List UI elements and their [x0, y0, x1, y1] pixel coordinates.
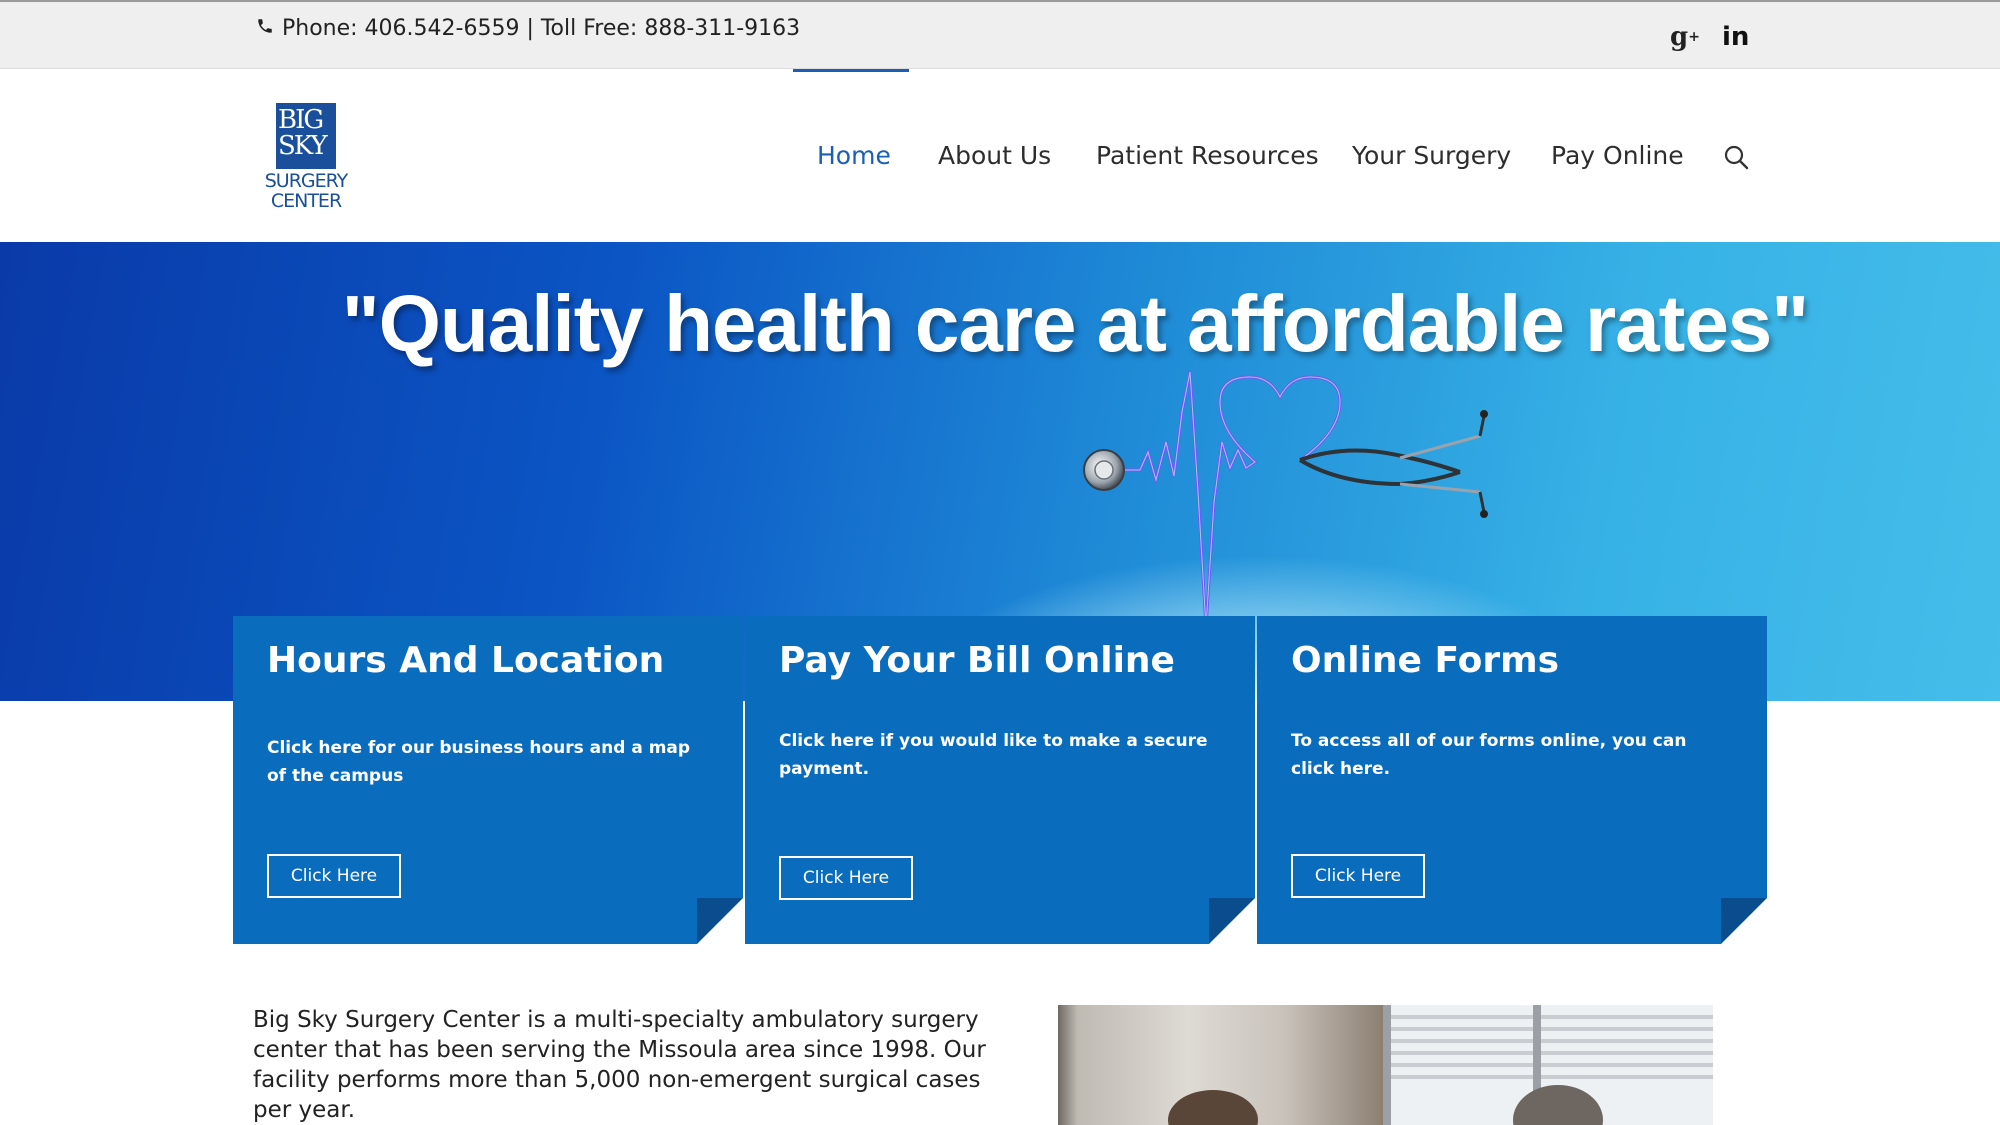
photo-blind	[1383, 1027, 1713, 1031]
card-corner-cut	[1209, 898, 1255, 944]
nav-active-indicator	[793, 69, 909, 72]
photo-blind	[1383, 1075, 1713, 1079]
staff-photo	[1058, 1005, 1713, 1125]
card-corner-cut	[697, 898, 743, 944]
photo-blind	[1383, 1051, 1713, 1055]
card-title: Hours And Location	[267, 640, 665, 681]
intro-paragraph: Big Sky Surgery Center is a multi-specia…	[253, 1007, 986, 1123]
contact-phone-text: Phone: 406.542-6559 | Toll Free: 888-311…	[282, 16, 801, 41]
card-hours-location: Hours And Location Click here for our bu…	[233, 616, 743, 944]
pay-bill-click-button[interactable]: Click Here	[779, 856, 913, 900]
hero-title: "Quality health care at affordable rates…	[341, 279, 1809, 368]
online-forms-click-button[interactable]: Click Here	[1291, 854, 1425, 898]
card-text: Click here for our business hours and a …	[267, 738, 691, 786]
contact-info: Phone: 406.542-6559 | Toll Free: 888-311…	[256, 16, 800, 41]
linkedin-icon[interactable]: in	[1722, 22, 1749, 52]
top-bar: Phone: 406.542-6559 | Toll Free: 888-311…	[0, 0, 2000, 69]
stethoscope-heartbeat-icon	[1070, 371, 1510, 632]
photo-blind	[1383, 1039, 1713, 1043]
photo-blind	[1383, 1063, 1713, 1067]
photo-blind	[1383, 1015, 1713, 1019]
card-pay-bill: Pay Your Bill Online Click here if you w…	[745, 616, 1255, 944]
search-icon[interactable]	[1722, 143, 1750, 171]
nav-item-pay-online[interactable]: Pay Online	[1551, 141, 1684, 170]
card-corner-cut	[1721, 898, 1767, 944]
google-plus-label: g	[1670, 22, 1689, 52]
google-plus-sup: +	[1688, 29, 1700, 45]
nav-item-home[interactable]: Home	[817, 141, 891, 170]
google-plus-icon[interactable]: g +	[1670, 22, 1700, 52]
main-nav: Home About Us Patient Resources Your Sur…	[0, 69, 2000, 242]
site-header: BIG SKY SURGERY CENTER Home About Us Pat…	[0, 69, 2000, 242]
card-online-forms: Online Forms To access all of our forms …	[1257, 616, 1767, 944]
phone-icon	[256, 16, 274, 41]
photo-window-frame	[1383, 1005, 1391, 1125]
card-title: Online Forms	[1291, 640, 1560, 681]
card-text: Click here if you would like to make a s…	[779, 731, 1208, 779]
nav-item-about-us[interactable]: About Us	[938, 141, 1051, 170]
card-text: To access all of our forms online, you c…	[1291, 731, 1687, 779]
nav-item-your-surgery[interactable]: Your Surgery	[1352, 141, 1511, 170]
hours-location-click-button[interactable]: Click Here	[267, 854, 401, 898]
nav-item-patient-resources[interactable]: Patient Resources	[1096, 141, 1319, 170]
card-title: Pay Your Bill Online	[779, 640, 1175, 681]
